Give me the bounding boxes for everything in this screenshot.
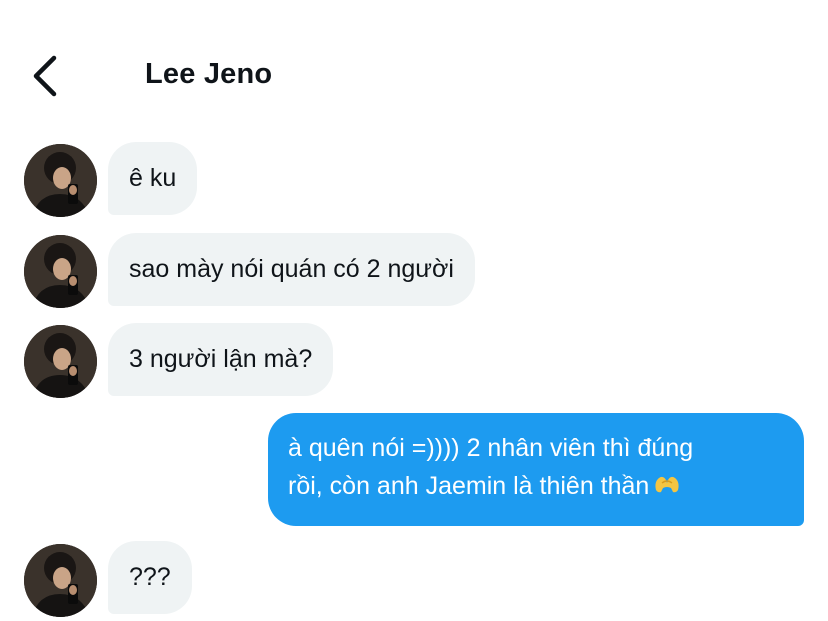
outgoing-message-bubble[interactable]: à quên nói =)))) 2 nhân viên thì đúng rồ… [268, 413, 804, 526]
incoming-message-bubble[interactable]: sao mày nói quán có 2 người [108, 233, 475, 306]
back-button[interactable] [26, 52, 66, 100]
avatar[interactable] [24, 325, 97, 398]
message-text-line: à quên nói =)))) 2 nhân viên thì đúng [288, 434, 694, 462]
conversation-header: Lee Jeno [0, 0, 828, 140]
contact-name[interactable]: Lee Jeno [145, 58, 272, 91]
avatar[interactable] [24, 144, 97, 217]
incoming-message-bubble[interactable]: 3 người lận mà? [108, 323, 334, 396]
avatar[interactable] [24, 544, 97, 617]
message-text: rồi, còn anh Jaemin là thiên thần [288, 472, 650, 500]
message-text-line-with-emoji: rồi, còn anh Jaemin là thiên thần [288, 467, 782, 507]
avatar[interactable] [24, 235, 97, 308]
incoming-message-bubble[interactable]: ê ku [108, 142, 198, 215]
heart-hands-emoji [653, 469, 681, 507]
incoming-message-bubble[interactable]: ??? [108, 541, 192, 614]
chevron-left-icon [33, 55, 57, 97]
